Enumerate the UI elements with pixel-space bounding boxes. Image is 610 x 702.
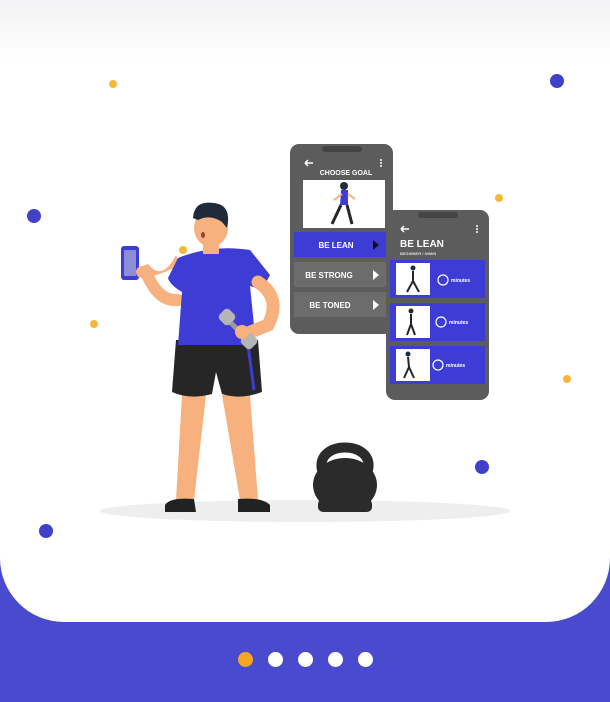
exercise-1-minutes: minutes [451, 278, 470, 284]
person-illustration [121, 202, 280, 512]
page-dot-4[interactable] [327, 651, 343, 667]
exercise-3-minutes: minutes [446, 363, 465, 369]
floor-shadow [100, 500, 510, 522]
confetti-dot [563, 375, 571, 383]
onboarding-card: CHOOSE GOAL BE LEAN BE STRONG BE TONED B… [0, 0, 610, 622]
fitness-illustration: CHOOSE GOAL BE LEAN BE STRONG BE TONED B… [27, 74, 571, 538]
plan-phone-mockup: BE LEAN BEGINNER / 30MIN minutes minutes… [386, 210, 489, 400]
goal-phone-title: CHOOSE GOAL [320, 170, 373, 177]
confetti-dot [179, 246, 187, 254]
plan-phone-subtitle: BEGINNER / 30MIN [400, 251, 436, 256]
page-dot-5[interactable] [357, 651, 373, 667]
confetti-dot [27, 209, 41, 223]
goal-option-be-strong: BE STRONG [305, 271, 353, 280]
goal-option-be-toned: BE TONED [309, 301, 350, 310]
confetti-dot [495, 194, 503, 202]
page-dot-1[interactable] [237, 651, 253, 667]
page-dot-3[interactable] [297, 651, 313, 667]
page-indicator [0, 646, 610, 672]
confetti-dot [109, 80, 117, 88]
exercise-2-minutes: minutes [449, 320, 468, 326]
goal-option-be-lean: BE LEAN [318, 241, 353, 250]
plan-phone-title: BE LEAN [400, 239, 444, 250]
kettlebell-icon [313, 442, 377, 512]
confetti-dot [90, 320, 98, 328]
confetti-dot [475, 460, 489, 474]
goal-phone-mockup: CHOOSE GOAL BE LEAN BE STRONG BE TONED [290, 144, 393, 334]
confetti-dot [550, 74, 564, 88]
confetti-dot [39, 524, 53, 538]
page-dot-2[interactable] [267, 651, 283, 667]
